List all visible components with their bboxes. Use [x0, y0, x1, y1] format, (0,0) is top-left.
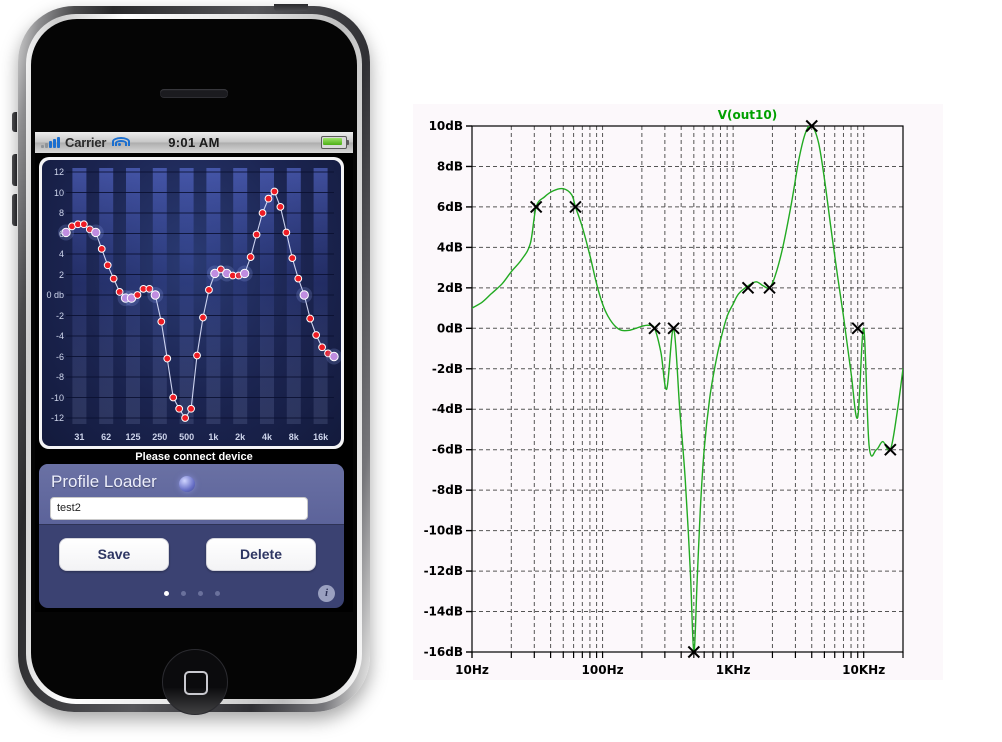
iphone-device: Carrier 9:01 AM 12 10 8 6 4 2 0 db -2 -4 -6 -8 -10 -…: [4, 4, 384, 726]
ltspice-plot[interactable]: 10dB 8dB 6dB 4dB 2dB 0dB -2dB -4dB -6dB -8dB -10dB…: [413, 104, 943, 680]
app-content: 12 10 8 6 4 2 0 db -2 -4 -6 -8 -10 -12 31 62 125 250 500…: [35, 153, 353, 612]
plot-x-tick: 1KHz: [716, 663, 751, 677]
equalizer-y-tick: 4: [58, 249, 64, 259]
plot-y-tick: -10dB: [424, 524, 463, 538]
equalizer-x-axis: 31 62 125 250 500 1k 2k 4k 8k 16k: [42, 432, 341, 444]
profile-name-input[interactable]: [50, 497, 308, 520]
battery-icon: [321, 136, 349, 149]
equalizer-x-tick: 500: [179, 432, 195, 442]
equalizer-y-tick: -10: [50, 392, 64, 403]
equalizer-x-tick: 125: [125, 432, 141, 442]
phone-screen: Carrier 9:01 AM 12 10 8 6 4 2 0 db -2 -4 -6 -8 -10 -…: [35, 132, 353, 612]
plot-y-tick: 0dB: [437, 321, 463, 335]
plot-y-tick: -4dB: [432, 402, 463, 416]
equalizer-x-tick: 4k: [261, 432, 273, 442]
save-button[interactable]: Save: [59, 538, 169, 571]
page-dot[interactable]: [163, 591, 169, 596]
equalizer-y-tick: 0 db: [46, 290, 64, 300]
page-dot[interactable]: [214, 591, 220, 596]
status-bar: Carrier 9:01 AM: [35, 132, 353, 153]
plot-y-tick: -2dB: [432, 362, 463, 376]
page-dot[interactable]: [197, 591, 203, 596]
equalizer-y-tick: 10: [53, 187, 64, 198]
info-icon[interactable]: i: [318, 585, 335, 602]
plot-y-tick: 4dB: [437, 240, 463, 254]
equalizer-y-tick: -12: [50, 413, 64, 423]
equalizer-y-tick: 8: [58, 208, 64, 218]
home-square-icon: [184, 671, 208, 695]
plot-x-tick: 10KHz: [842, 663, 885, 677]
earpiece-speaker: [160, 89, 228, 97]
equalizer-x-tick: 62: [101, 432, 112, 442]
status-led-icon: [179, 476, 195, 492]
equalizer-panel: 12 10 8 6 4 2 0 db -2 -4 -6 -8 -10 -12 31 62 125 250 500…: [39, 157, 344, 449]
equalizer-y-tick: -8: [55, 372, 64, 382]
plot-y-tick: -8dB: [432, 483, 463, 497]
status-bar-clock: 9:01 AM: [168, 135, 220, 150]
plot-y-tick: 6dB: [437, 200, 463, 214]
page-dot[interactable]: [180, 591, 186, 596]
profile-loader-title: Profile Loader: [51, 472, 157, 491]
equalizer-x-tick: 1k: [208, 432, 219, 442]
equalizer-x-tick: 250: [152, 432, 168, 442]
power-button[interactable]: [274, 4, 308, 11]
profile-loader-actions: Save Delete i: [39, 525, 344, 608]
equalizer-y-tick: 12: [53, 167, 64, 177]
equalizer-x-tick: 16k: [313, 432, 329, 442]
plot-y-tick: -6dB: [432, 443, 463, 457]
home-button[interactable]: [162, 649, 228, 715]
equalizer-y-tick: 6: [58, 228, 64, 239]
plot-y-tick: 8dB: [437, 159, 463, 173]
page-indicator-dots[interactable]: [163, 591, 220, 596]
volume-down-button[interactable]: [12, 194, 17, 226]
svg-text:V(out10): V(out10): [718, 108, 777, 122]
volume-up-button[interactable]: [12, 154, 17, 186]
equalizer-y-tick: -2: [55, 310, 64, 321]
plot-y-tick: -12dB: [424, 564, 463, 578]
delete-button[interactable]: Delete: [206, 538, 316, 571]
equalizer-y-tick: 2: [58, 269, 64, 280]
plot-x-tick: 100Hz: [582, 663, 624, 677]
equalizer-x-tick: 2k: [235, 432, 246, 442]
plot-x-tick: 10Hz: [455, 663, 489, 677]
connection-status-message: Please connect device: [135, 451, 253, 463]
equalizer-x-tick: 31: [74, 432, 85, 442]
profile-loader-header: Profile Loader: [39, 464, 344, 525]
plot-y-tick: -14dB: [424, 605, 463, 619]
mute-switch[interactable]: [12, 112, 17, 132]
plot-y-tick: 2dB: [437, 281, 463, 295]
profile-loader-panel: Profile Loader Save Delete i: [39, 464, 344, 608]
equalizer-x-tick: 8k: [288, 432, 299, 442]
equalizer-y-tick: -4: [55, 331, 64, 341]
equalizer-y-tick: -6: [55, 351, 64, 362]
plot-y-tick: 10dB: [429, 119, 463, 133]
equalizer-graph[interactable]: 12 10 8 6 4 2 0 db -2 -4 -6 -8 -10 -12 31 62 125 250 500…: [42, 160, 341, 446]
plot-y-tick: -16dB: [424, 645, 463, 659]
